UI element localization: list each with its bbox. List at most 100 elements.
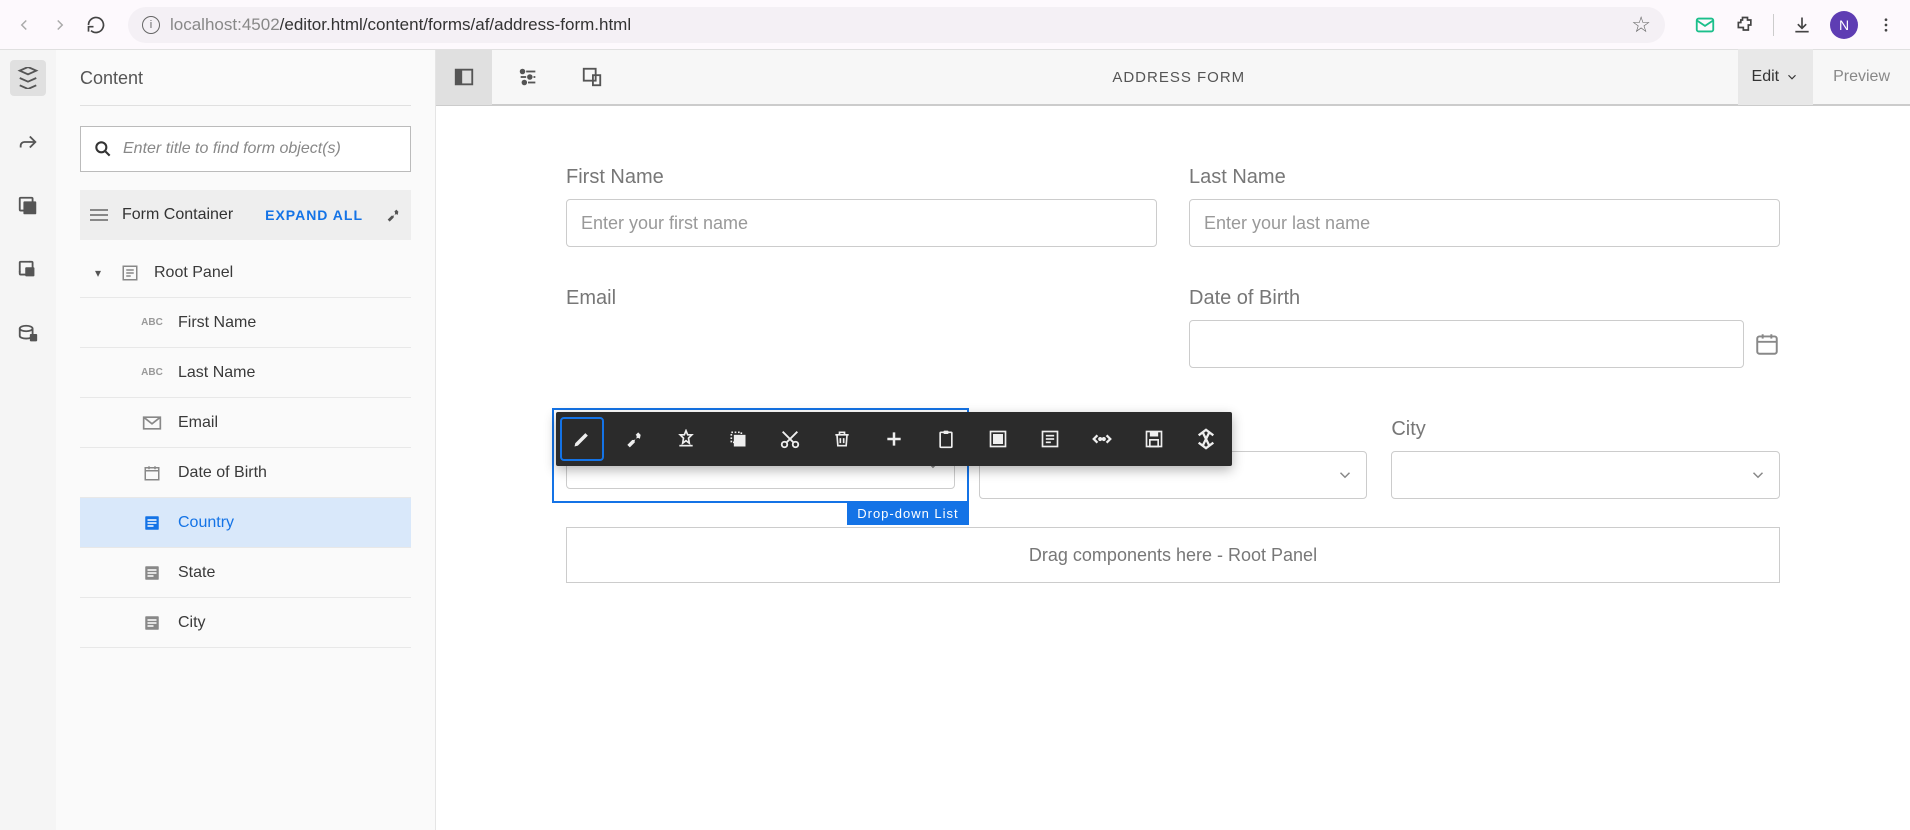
tree-item-dob[interactable]: Date of Birth — [80, 448, 411, 498]
last-name-input[interactable] — [1189, 199, 1780, 247]
browser-chrome: i localhost:4502/editor.html/content/for… — [0, 0, 1910, 50]
page-properties-icon[interactable] — [500, 49, 556, 105]
rail-datasources-icon[interactable] — [10, 316, 46, 352]
downloads-icon[interactable] — [1790, 13, 1814, 37]
tree-item-label: First Name — [178, 314, 256, 332]
sidebar-title: Content — [80, 68, 411, 106]
expand-all-button[interactable]: EXPAND ALL — [265, 207, 363, 223]
calendar-icon[interactable] — [1754, 331, 1780, 357]
toolbar-group-icon[interactable] — [972, 412, 1024, 466]
toolbar-delete-icon[interactable] — [816, 412, 868, 466]
toolbar-configure-icon[interactable] — [608, 412, 660, 466]
tree-item-label: Country — [178, 514, 234, 532]
toolbar-code-icon[interactable] — [1076, 412, 1128, 466]
mail-icon — [140, 415, 164, 431]
tree-item-country[interactable]: Country — [80, 498, 411, 548]
tree-root-panel[interactable]: ▾ Root Panel — [80, 248, 411, 298]
date-icon — [140, 464, 164, 482]
configure-form-icon[interactable] — [385, 207, 401, 223]
component-type-badge: Drop-down List — [847, 502, 968, 525]
url-text: localhost:4502/editor.html/content/forms… — [170, 15, 631, 35]
rail-properties-icon[interactable] — [10, 124, 46, 160]
tree-root-label: Root Panel — [154, 264, 233, 282]
main-area: ADDRESS FORM Edit Preview First Name Las… — [436, 50, 1910, 830]
url-bar[interactable]: i localhost:4502/editor.html/content/for… — [128, 7, 1665, 43]
field-last-name[interactable]: Last Name — [1189, 166, 1780, 247]
component-toolbar — [556, 412, 1232, 466]
dropdown-icon — [140, 514, 164, 532]
chevron-down-icon — [1785, 70, 1799, 84]
drop-zone-root-panel[interactable]: Drag components here - Root Panel — [566, 527, 1780, 583]
form-container-header[interactable]: Form Container EXPAND ALL — [80, 190, 411, 240]
dropdown-icon — [140, 564, 164, 582]
dob-label: Date of Birth — [1189, 287, 1780, 310]
city-label: City — [1391, 418, 1780, 441]
tree-item-label: Last Name — [178, 364, 255, 382]
bookmark-star-icon[interactable]: ☆ — [1631, 12, 1651, 38]
toolbar-replace-icon[interactable] — [1180, 412, 1232, 466]
reload-button[interactable] — [84, 13, 108, 37]
site-info-icon[interactable]: i — [142, 16, 160, 34]
toolbar-paste-icon[interactable] — [920, 412, 972, 466]
search-form-objects[interactable] — [80, 126, 411, 172]
tree-item-label: Email — [178, 414, 218, 432]
kebab-menu-icon[interactable] — [1874, 13, 1898, 37]
email-label: Email — [566, 287, 1157, 310]
field-first-name[interactable]: First Name — [566, 166, 1157, 247]
toolbar-parent-icon[interactable] — [1024, 412, 1076, 466]
emulator-icon[interactable] — [564, 49, 620, 105]
mail-indicator-icon[interactable] — [1693, 13, 1717, 37]
dropdown-icon — [140, 614, 164, 632]
last-name-label: Last Name — [1189, 166, 1780, 189]
search-icon — [93, 139, 113, 159]
chevron-down-icon — [1749, 466, 1767, 484]
form-tree: ▾ Root Panel ABC First Name ABC Last Nam… — [80, 248, 411, 648]
field-email[interactable]: Email — [566, 287, 1157, 368]
chevron-down-icon — [1336, 466, 1354, 484]
first-name-label: First Name — [566, 166, 1157, 189]
toolbar-rules-icon[interactable] — [660, 412, 712, 466]
tree-item-city[interactable]: City — [80, 598, 411, 648]
tree-item-label: City — [178, 614, 206, 632]
form-container-label: Form Container — [122, 206, 251, 224]
city-select[interactable] — [1391, 451, 1780, 499]
chrome-divider — [1773, 14, 1774, 36]
hamburger-icon — [90, 209, 108, 221]
search-input[interactable] — [123, 140, 398, 158]
toolbar-cut-icon[interactable] — [764, 412, 816, 466]
mode-edit-label: Edit — [1752, 68, 1780, 86]
tree-item-last-name[interactable]: ABC Last Name — [80, 348, 411, 398]
mode-preview-button[interactable]: Preview — [1813, 68, 1910, 86]
first-name-input[interactable] — [566, 199, 1157, 247]
rail-assets-icon[interactable] — [10, 188, 46, 224]
back-button[interactable] — [12, 13, 36, 37]
forward-button[interactable] — [48, 13, 72, 37]
toolbar-edit-icon[interactable] — [560, 417, 604, 461]
caret-down-icon[interactable]: ▾ — [90, 266, 106, 280]
tree-item-email[interactable]: Email — [80, 398, 411, 448]
toolbar-save-icon[interactable] — [1128, 412, 1180, 466]
editor-topbar: ADDRESS FORM Edit Preview — [436, 50, 1910, 106]
tree-item-first-name[interactable]: ABC First Name — [80, 298, 411, 348]
left-rail — [0, 50, 56, 830]
toolbar-insert-icon[interactable] — [868, 412, 920, 466]
rail-components-icon[interactable] — [10, 252, 46, 288]
field-dob[interactable]: Date of Birth — [1189, 287, 1780, 368]
page-title: ADDRESS FORM — [620, 69, 1738, 86]
text-field-icon: ABC — [140, 317, 164, 328]
tree-item-label: Date of Birth — [178, 464, 267, 482]
toolbar-copy-icon[interactable] — [712, 412, 764, 466]
field-city[interactable]: City — [1391, 418, 1780, 499]
profile-avatar[interactable]: N — [1830, 11, 1858, 39]
form-canvas: First Name Last Name Email Date of Birth — [436, 106, 1910, 830]
content-sidebar: Content Form Container EXPAND ALL ▾ Root… — [56, 50, 436, 830]
extensions-icon[interactable] — [1733, 13, 1757, 37]
tree-item-label: State — [178, 564, 215, 582]
rail-content-icon[interactable] — [10, 60, 46, 96]
text-field-icon: ABC — [140, 367, 164, 378]
dob-input[interactable] — [1189, 320, 1744, 368]
mode-edit-dropdown[interactable]: Edit — [1738, 49, 1814, 105]
panel-icon — [118, 264, 142, 282]
tree-item-state[interactable]: State — [80, 548, 411, 598]
side-panel-toggle-icon[interactable] — [436, 49, 492, 105]
